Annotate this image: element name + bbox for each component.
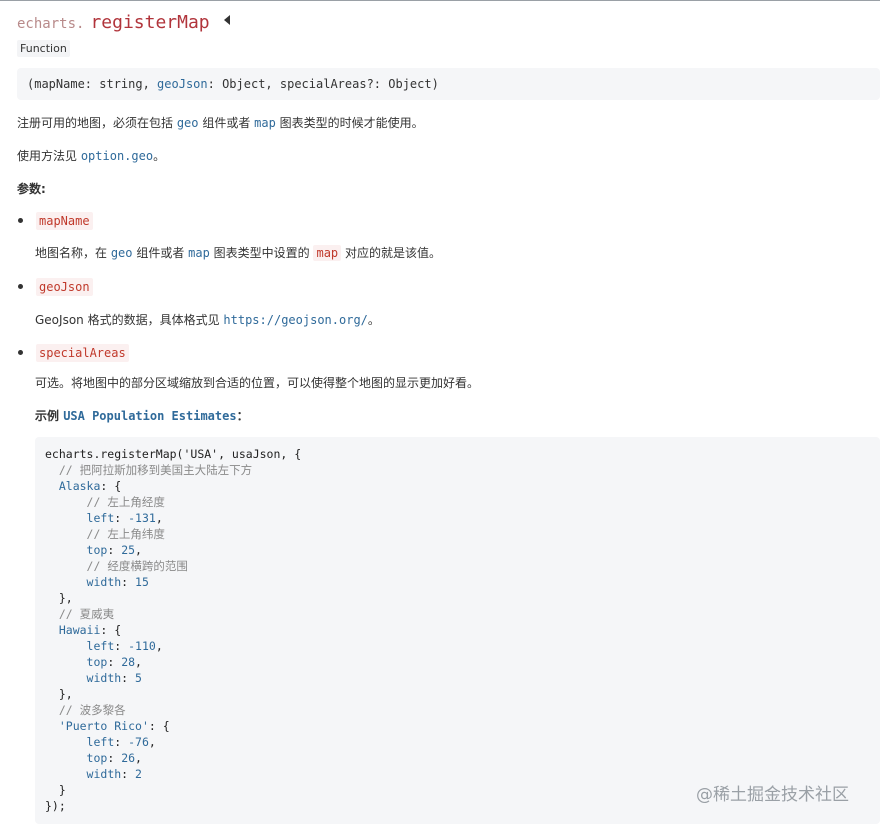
code-line: // 把阿拉斯加移到美国主大陆左下方 xyxy=(58,463,253,477)
type-badge: Function xyxy=(17,40,70,57)
code-line: // 左上角经度 xyxy=(86,495,165,509)
example-link-usa-population[interactable]: USA Population Estimates xyxy=(63,409,236,423)
example-colon: ： xyxy=(236,409,249,423)
code-line: // 左上角纬度 xyxy=(86,527,165,541)
usage-paragraph: 使用方法见 option.geo。 xyxy=(17,146,165,166)
param-desc-geojson: GeoJson 格式的数据，具体格式见 https://geojson.org/… xyxy=(35,310,380,330)
bullet-icon xyxy=(18,218,23,223)
bullet-icon xyxy=(18,284,23,289)
code-line: left: -131, xyxy=(86,511,163,525)
intro-text-3: 图表类型的时候才能使用。 xyxy=(275,116,424,130)
param-name-mapname: mapName xyxy=(36,212,93,230)
code-line: echarts.registerMap('USA', usaJson, { xyxy=(45,447,302,461)
example-label: 示例 xyxy=(35,409,64,423)
code-line: top: 26, xyxy=(86,751,142,765)
bullet-icon xyxy=(18,350,23,355)
code-line: width: 2 xyxy=(86,767,142,781)
code-line: // 波多黎各 xyxy=(58,703,126,717)
desc-text: 地图名称，在 xyxy=(35,246,111,260)
desc-code-geo: geo xyxy=(110,246,133,260)
param-name-geojson: geoJson xyxy=(36,278,93,296)
param-desc-specialareas: 可选。将地图中的部分区域缩放到合适的位置，可以使得整个地图的显示更加好看。 xyxy=(35,376,480,390)
code-line: left: -110, xyxy=(86,639,163,653)
desc-code-map-option: map xyxy=(313,245,342,261)
intro-text-1: 注册可用的地图，必须在包括 xyxy=(17,116,177,130)
code-line: // 经度横跨的范围 xyxy=(86,559,188,573)
code-line: }, xyxy=(58,591,73,605)
code-line: }, xyxy=(58,687,73,701)
usage-end: 。 xyxy=(153,149,166,163)
desc-text: 对应的就是该值。 xyxy=(341,246,441,260)
desc-text: GeoJson 格式的数据，具体格式见 xyxy=(35,313,224,327)
collapse-arrow-icon[interactable] xyxy=(224,15,230,25)
code-line: top: 28, xyxy=(86,655,142,669)
intro-code-geo: geo xyxy=(176,116,199,130)
signature-close: : Object, specialAreas?: Object) xyxy=(207,77,439,91)
title-name: registerMap xyxy=(90,12,210,33)
title-prefix: echarts. xyxy=(17,16,85,32)
params-heading: 参数: xyxy=(17,182,46,196)
desc-text: 图表类型中设置的 xyxy=(209,246,314,260)
code-line: Alaska: { xyxy=(58,479,122,493)
code-line: width: 15 xyxy=(86,575,149,589)
top-divider xyxy=(0,0,880,1)
param-name-specialareas: specialAreas xyxy=(36,344,129,362)
code-line: Hawaii: { xyxy=(58,623,122,637)
code-line: width: 5 xyxy=(86,671,142,685)
desc-text: 组件或者 xyxy=(132,246,189,260)
watermark: @稀土掘金技术社区 xyxy=(696,785,849,805)
intro-paragraph: 注册可用的地图，必须在包括 geo 组件或者 map 图表类型的时候才能使用。 xyxy=(17,113,424,133)
method-title: echarts. registerMap xyxy=(17,12,230,38)
intro-text-2: 组件或者 xyxy=(198,116,255,130)
code-line: 'Puerto Rico': { xyxy=(58,719,170,733)
code-line: top: 25, xyxy=(86,543,142,557)
code-line: } xyxy=(58,783,66,797)
code-line: }); xyxy=(45,799,66,813)
signature-block: (mapName: string, geoJson: Object, speci… xyxy=(17,68,880,100)
code-line: left: -76, xyxy=(86,735,156,749)
desc-text: 。 xyxy=(367,313,380,327)
usage-link-option-geo[interactable]: option.geo xyxy=(81,149,153,163)
desc-code-map: map xyxy=(188,246,210,260)
signature-param-geojson: geoJson xyxy=(157,77,208,91)
param-desc-mapname: 地图名称，在 geo 组件或者 map 图表类型中设置的 map 对应的就是该值… xyxy=(35,243,441,263)
example-heading: 示例 USA Population Estimates： xyxy=(35,406,249,426)
usage-text: 使用方法见 xyxy=(17,149,81,163)
geojson-link[interactable]: https://geojson.org/ xyxy=(223,313,368,327)
code-line: // 夏威夷 xyxy=(58,607,115,621)
intro-code-map: map xyxy=(254,116,276,130)
code-block: echarts.registerMap('USA', usaJson, { //… xyxy=(35,437,880,824)
signature-open: (mapName: string, xyxy=(27,77,158,91)
